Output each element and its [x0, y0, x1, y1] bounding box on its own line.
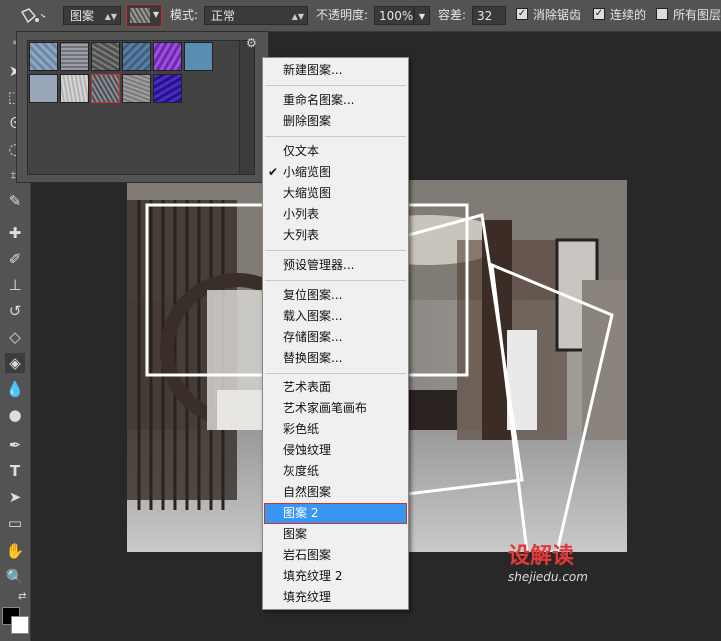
menu-separator: [265, 250, 406, 251]
menu-item-pattern-set[interactable]: 艺术表面: [264, 377, 407, 398]
menu-item-pattern-set[interactable]: 图案: [264, 524, 407, 545]
pattern-swatch[interactable]: [122, 42, 151, 71]
pattern-swatch[interactable]: [153, 42, 182, 71]
pattern-swatch[interactable]: [91, 42, 120, 71]
paint-bucket-tool-icon[interactable]: ◈: [5, 353, 25, 373]
fill-source-select[interactable]: 图案 ▲▼: [63, 6, 121, 25]
brush-tool-icon[interactable]: ✐: [5, 249, 25, 269]
menu-separator: [265, 136, 406, 137]
background-color-swatch[interactable]: [11, 616, 29, 634]
all-layers-label: 所有图层: [673, 8, 721, 22]
menu-item-pattern-set[interactable]: 侵蚀纹理: [264, 440, 407, 461]
tolerance-label: 容差:: [438, 8, 467, 22]
menu-item-new-pattern[interactable]: 新建图案...: [264, 60, 407, 81]
history-brush-icon[interactable]: ↺: [5, 301, 25, 321]
menu-item-pattern-set[interactable]: 填充纹理 2: [264, 566, 407, 587]
menu-item-replace-patterns[interactable]: 替换图案...: [264, 348, 407, 369]
pen-tool-icon[interactable]: ✒: [5, 435, 25, 455]
mode-select[interactable]: 正常 ▲▼: [204, 6, 308, 25]
path-select-tool-icon[interactable]: ➤: [5, 487, 25, 507]
pattern-swatch[interactable]: [60, 74, 89, 103]
dodge-tool-icon[interactable]: ●: [5, 405, 25, 425]
healing-brush-icon[interactable]: ✚: [5, 223, 25, 243]
menu-item-large-list[interactable]: 大列表: [264, 225, 407, 246]
pattern-swatch[interactable]: [29, 42, 58, 71]
mode-value: 正常: [211, 9, 236, 23]
blur-tool-icon[interactable]: 💧: [5, 379, 25, 399]
pattern-scrollbar[interactable]: [239, 40, 255, 175]
options-bar: 图案 ▲▼ ▼ 模式: 正常 ▲▼ 不透明度: 100% ▼ 容差: 32 ✓ 消除…: [0, 0, 721, 32]
type-tool-icon[interactable]: T: [5, 461, 25, 481]
eyedropper-tool-icon[interactable]: ✎: [5, 191, 25, 211]
chevron-updown-icon: ▲▼: [291, 12, 304, 21]
all-layers-checkbox[interactable]: [656, 8, 668, 20]
pattern-picker-button[interactable]: ▼: [126, 4, 162, 27]
menu-item-pattern-set[interactable]: 灰度纸: [264, 461, 407, 482]
opacity-label: 不透明度:: [316, 8, 369, 22]
watermark-url: shejiedu.com: [508, 570, 588, 584]
menu-item-pattern-2-highlighted[interactable]: 图案 2: [264, 503, 407, 524]
menu-separator: [265, 373, 406, 374]
menu-item-load-patterns[interactable]: 载入图案...: [264, 306, 407, 327]
pattern-swatch-selected[interactable]: [91, 74, 120, 103]
menu-item-rename-pattern[interactable]: 重命名图案...: [264, 90, 407, 111]
menu-item-pattern-set[interactable]: 艺术家画笔画布: [264, 398, 407, 419]
chevron-down-icon: ▼: [152, 10, 159, 19]
contiguous-checkbox[interactable]: ✓: [593, 8, 605, 20]
pattern-thumbnail: [130, 8, 150, 23]
rectangle-tool-icon[interactable]: ▭: [5, 513, 25, 533]
pattern-swatch[interactable]: [60, 42, 89, 71]
paint-bucket-tool-preset[interactable]: [17, 6, 48, 25]
paint-bucket-icon: [20, 8, 48, 24]
pattern-swatch[interactable]: [122, 74, 151, 103]
menu-item-preset-manager[interactable]: 预设管理器...: [264, 255, 407, 276]
menu-item-small-list[interactable]: 小列表: [264, 204, 407, 225]
checkmark-icon: ✔: [268, 165, 279, 179]
pattern-picker-panel: ⚙: [16, 31, 269, 183]
stamp-tool-icon[interactable]: ⊥: [5, 275, 25, 295]
menu-item-pattern-set[interactable]: 自然图案: [264, 482, 407, 503]
menu-separator: [265, 280, 406, 281]
fill-source-value: 图案: [70, 9, 95, 23]
menu-item-save-patterns[interactable]: 存储图案...: [264, 327, 407, 348]
gear-icon[interactable]: ⚙: [246, 36, 257, 50]
swap-colors-icon[interactable]: ⇄: [18, 591, 26, 602]
antialias-checkbox[interactable]: ✓: [516, 8, 528, 20]
pattern-options-menu: 新建图案... 重命名图案... 删除图案 仅文本 ✔ 小缩览图 大缩览图 小列表…: [262, 57, 409, 610]
mode-label: 模式:: [170, 8, 199, 22]
menu-item-pattern-set[interactable]: 彩色纸: [264, 419, 407, 440]
menu-item-large-thumbnail[interactable]: 大缩览图: [264, 183, 407, 204]
pattern-swatch[interactable]: [184, 42, 213, 71]
watermark: 设解读 shejiedu.com: [508, 538, 588, 584]
menu-item-text-only[interactable]: 仅文本: [264, 141, 407, 162]
contiguous-label: 连续的: [610, 8, 647, 22]
menu-item-delete-pattern[interactable]: 删除图案: [264, 111, 407, 132]
chevron-updown-icon: ▲▼: [104, 12, 117, 21]
menu-item-pattern-set[interactable]: 填充纹理: [264, 587, 407, 608]
eraser-tool-icon[interactable]: ◇: [5, 327, 25, 347]
menu-item-small-thumbnail[interactable]: ✔ 小缩览图: [264, 162, 407, 183]
menu-item-reset-patterns[interactable]: 复位图案...: [264, 285, 407, 306]
pattern-swatch[interactable]: [153, 74, 182, 103]
pattern-swatch[interactable]: [29, 74, 58, 103]
menu-item-label: 小缩览图: [283, 165, 332, 179]
opacity-dropdown-icon[interactable]: ▼: [414, 6, 430, 25]
tolerance-input[interactable]: 32: [472, 6, 506, 25]
antialias-label: 消除锯齿: [533, 8, 582, 22]
watermark-brand: 设解读: [508, 544, 575, 569]
opacity-input[interactable]: 100%: [374, 6, 414, 25]
menu-separator: [265, 85, 406, 86]
hand-tool-icon[interactable]: ✋: [5, 541, 25, 561]
pattern-grid: [27, 40, 241, 175]
menu-item-pattern-set[interactable]: 岩石图案: [264, 545, 407, 566]
zoom-tool-icon[interactable]: 🔍: [5, 567, 25, 587]
